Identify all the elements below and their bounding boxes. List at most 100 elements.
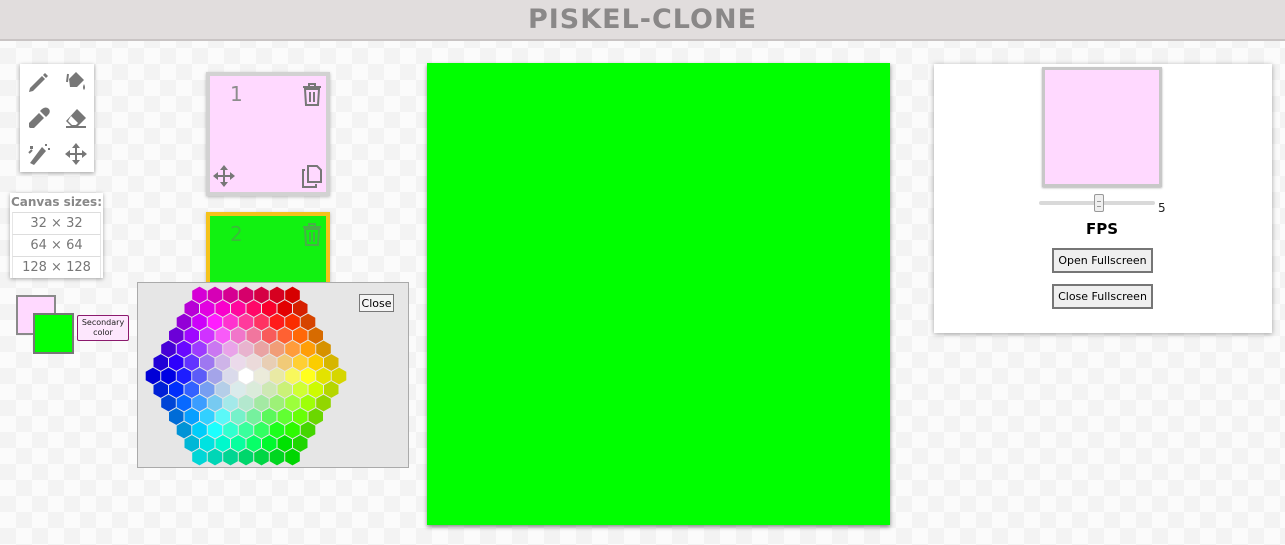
color-hexagon[interactable] xyxy=(192,367,207,385)
color-hexagon[interactable] xyxy=(215,381,231,398)
color-hexagon[interactable] xyxy=(176,394,192,412)
color-hexagon[interactable] xyxy=(277,408,293,425)
canvas-size-option-64[interactable]: 64 × 64 xyxy=(12,234,101,256)
color-hexagon[interactable] xyxy=(300,313,316,331)
color-hexagon[interactable] xyxy=(215,435,231,452)
color-hexagon[interactable] xyxy=(184,300,200,317)
color-hexagon[interactable] xyxy=(231,435,246,452)
color-hexagon[interactable] xyxy=(231,408,246,425)
color-hexagon[interactable] xyxy=(277,381,293,398)
color-hexagon[interactable] xyxy=(192,421,207,439)
color-hexagon[interactable] xyxy=(277,354,293,371)
pencil-tool-button[interactable] xyxy=(20,64,57,100)
color-hexagon[interactable] xyxy=(215,327,231,344)
color-hexagon[interactable] xyxy=(184,435,200,452)
color-hexagon[interactable] xyxy=(293,435,308,452)
color-hexagon[interactable] xyxy=(176,421,192,439)
color-hexagon[interactable] xyxy=(176,340,192,358)
color-hexagon[interactable] xyxy=(200,408,215,425)
color-hexagon[interactable] xyxy=(161,367,176,385)
color-hexagon[interactable] xyxy=(285,367,300,385)
eyedropper-tool-button[interactable] xyxy=(20,100,57,136)
color-hexagon[interactable] xyxy=(184,327,200,344)
color-hexagon[interactable] xyxy=(200,354,215,371)
color-hexagon[interactable] xyxy=(223,313,238,331)
color-hexagon[interactable] xyxy=(192,286,207,304)
color-hexagon[interactable] xyxy=(308,327,324,344)
color-hexagon[interactable] xyxy=(238,367,254,385)
canvas-size-option-128[interactable]: 128 × 128 xyxy=(12,256,101,278)
color-hexagon[interactable] xyxy=(254,286,269,304)
color-hexagon[interactable] xyxy=(207,394,223,412)
color-hexagon[interactable] xyxy=(207,340,223,358)
color-hexagon[interactable] xyxy=(254,394,269,412)
color-hexagon[interactable] xyxy=(285,448,300,466)
color-hexagon[interactable] xyxy=(308,408,324,425)
color-hexagon[interactable] xyxy=(246,435,262,452)
color-hexagon[interactable] xyxy=(169,408,184,425)
delete-frame-button[interactable] xyxy=(300,222,324,246)
color-hexagon[interactable] xyxy=(285,286,300,304)
color-hexagon[interactable] xyxy=(316,367,331,385)
color-hexagon[interactable] xyxy=(238,421,254,439)
frame-thumbnail-1[interactable]: 1 xyxy=(206,72,330,196)
color-hexagon[interactable] xyxy=(269,340,285,358)
color-hexagon[interactable] xyxy=(246,354,262,371)
color-hexagon[interactable] xyxy=(300,340,316,358)
color-hexagon[interactable] xyxy=(262,435,277,452)
color-hexagon[interactable] xyxy=(254,367,269,385)
color-picker-close-button[interactable]: Close xyxy=(359,294,394,312)
color-hexagon[interactable] xyxy=(215,300,231,317)
color-hexagon[interactable] xyxy=(293,300,308,317)
color-hexagon[interactable] xyxy=(238,286,254,304)
color-hexagon[interactable] xyxy=(254,313,269,331)
color-hexagon[interactable] xyxy=(169,327,184,344)
fps-slider-thumb[interactable] xyxy=(1094,194,1104,212)
color-hexagon[interactable] xyxy=(223,394,238,412)
color-hexagon[interactable] xyxy=(331,367,347,385)
color-hexagon[interactable] xyxy=(223,421,238,439)
color-hexagon[interactable] xyxy=(316,394,331,412)
canvas-size-option-32[interactable]: 32 × 32 xyxy=(12,212,101,234)
color-hexagon[interactable] xyxy=(223,367,238,385)
color-hexagon[interactable] xyxy=(269,313,285,331)
color-hexagon[interactable] xyxy=(293,381,308,398)
color-hexagon[interactable] xyxy=(192,313,207,331)
color-hexagon[interactable] xyxy=(254,448,269,466)
drawing-canvas[interactable] xyxy=(427,63,890,525)
color-hexagon[interactable] xyxy=(308,381,324,398)
color-hexagon[interactable] xyxy=(184,381,200,398)
color-hexagon[interactable] xyxy=(215,408,231,425)
paint-bucket-tool-button[interactable] xyxy=(57,64,94,100)
color-hexagon[interactable] xyxy=(207,421,223,439)
color-hexagon[interactable] xyxy=(145,367,161,385)
color-hexagon[interactable] xyxy=(262,381,277,398)
color-hexagon[interactable] xyxy=(238,448,254,466)
color-hexagon[interactable] xyxy=(153,381,169,398)
color-hexagon[interactable] xyxy=(200,300,215,317)
color-hexagon[interactable] xyxy=(200,435,215,452)
color-hexagon[interactable] xyxy=(169,354,184,371)
color-hexagon[interactable] xyxy=(300,367,316,385)
color-hexagon[interactable] xyxy=(231,327,246,344)
color-hexagon[interactable] xyxy=(324,354,339,371)
color-hexagon[interactable] xyxy=(223,340,238,358)
color-hexagon[interactable] xyxy=(192,448,207,466)
color-hexagon[interactable] xyxy=(285,394,300,412)
color-hexagon[interactable] xyxy=(161,394,176,412)
color-hexagon[interactable] xyxy=(285,340,300,358)
color-hexagon[interactable] xyxy=(246,300,262,317)
delete-frame-button[interactable] xyxy=(300,82,324,106)
frame-thumbnail-2[interactable]: 2 xyxy=(206,212,330,292)
close-fullscreen-button[interactable]: Close Fullscreen xyxy=(1052,284,1153,309)
color-hexagon[interactable] xyxy=(293,327,308,344)
color-hexagon[interactable] xyxy=(262,300,277,317)
color-hexagon[interactable] xyxy=(246,408,262,425)
color-hexagon[interactable] xyxy=(246,381,262,398)
color-hexagon[interactable] xyxy=(277,435,293,452)
color-hexagon[interactable] xyxy=(293,354,308,371)
color-hexagon[interactable] xyxy=(300,421,316,439)
color-hexagon[interactable] xyxy=(231,354,246,371)
color-hexagon[interactable] xyxy=(277,327,293,344)
color-hexagon[interactable] xyxy=(207,313,223,331)
